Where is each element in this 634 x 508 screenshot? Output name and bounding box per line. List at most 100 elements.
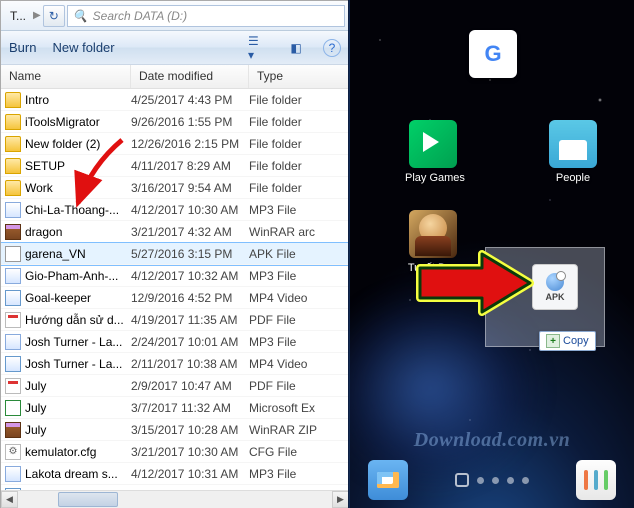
page-dot-icon (477, 477, 484, 484)
file-name: SETUP (25, 159, 65, 173)
address-bar: T... ▶ ↻ 🔍 Search DATA (D:) (1, 1, 349, 31)
folder-icon (5, 136, 21, 152)
file-name: July (25, 401, 46, 415)
tuyet-dao-app[interactable]: Tuyết Đao (405, 210, 461, 274)
file-row[interactable]: Lakota dream s...4/12/2017 10:31 AMMP3 F… (1, 463, 349, 485)
file-name: garena_VN (25, 247, 86, 261)
file-row[interactable]: garena_VN5/27/2016 3:15 PMAPK File (1, 243, 349, 265)
file-type: MP4 Video (249, 357, 349, 371)
column-date-modified[interactable]: Date modified (131, 65, 249, 88)
file-date: 2/11/2017 10:38 AM (131, 357, 249, 371)
scroll-track[interactable] (18, 491, 332, 508)
play-games-app[interactable]: Play Games (405, 120, 461, 184)
globe-icon (546, 273, 564, 291)
people-icon (549, 120, 597, 168)
mp3-icon (5, 202, 21, 218)
file-type: MP4 Video (249, 291, 349, 305)
file-row[interactable]: Josh Turner - La... 2/11/2017 10:38 AMMP4… (1, 353, 349, 375)
file-name: Intro (25, 93, 49, 107)
new-folder-button[interactable]: New folder (52, 40, 114, 55)
google-icon: G (469, 30, 517, 78)
file-type: File folder (249, 159, 349, 173)
rar-icon (5, 224, 21, 240)
gallery-app[interactable] (368, 460, 408, 500)
file-date: 9/26/2016 1:55 PM (131, 115, 249, 129)
column-name[interactable]: Name (1, 65, 131, 88)
home-indicator-icon (455, 473, 469, 487)
rar-icon (5, 422, 21, 438)
file-row[interactable]: iToolsMigrator 9/26/2016 1:55 PMFile fold… (1, 111, 349, 133)
column-type[interactable]: Type (249, 65, 349, 88)
pdf-icon (5, 378, 21, 394)
file-date: 4/12/2017 10:30 AM (131, 203, 249, 217)
file-date: 5/27/2016 3:15 PM (131, 247, 249, 261)
file-name: July (25, 379, 46, 393)
page-dot-icon (522, 477, 529, 484)
search-input[interactable]: 🔍 Search DATA (D:) (67, 5, 345, 27)
burn-button[interactable]: Burn (9, 40, 36, 55)
help-button[interactable]: ? (323, 39, 341, 57)
file-type: PDF File (249, 313, 349, 327)
file-type: File folder (249, 115, 349, 129)
file-type: MP3 File (249, 467, 349, 481)
file-type: MP3 File (249, 203, 349, 217)
file-row[interactable]: Chi-La-Thoang-...4/12/2017 10:30 AMMP3 F… (1, 199, 349, 221)
file-row[interactable]: Goal-keeper 12/9/2016 4:52 PMMP4 Video (1, 287, 349, 309)
file-name: Goal-keeper (25, 291, 91, 305)
file-row[interactable]: Gio-Pham-Anh-...4/12/2017 10:32 AMMP3 Fi… (1, 265, 349, 287)
folder-icon (5, 114, 21, 130)
google-search-app[interactable]: G (465, 30, 521, 82)
file-name: kemulator.cfg (25, 445, 96, 459)
file-row[interactable]: July2/9/2017 10:47 AMPDF File (1, 375, 349, 397)
file-type: CFG File (249, 445, 349, 459)
file-row[interactable]: SETUP4/11/2017 8:29 AMFile folder (1, 155, 349, 177)
scroll-left-button[interactable]: ◀ (1, 491, 18, 508)
apk-label: APK (545, 292, 564, 302)
file-row[interactable]: New folder (2)12/26/2016 2:15 PMFile fol… (1, 133, 349, 155)
file-row[interactable]: Intro 4/25/2017 4:43 PMFile folder (1, 89, 349, 111)
file-row[interactable]: Hướng dẫn sử d...4/19/2017 11:35 AMPDF F… (1, 309, 349, 331)
people-app[interactable]: People (545, 120, 601, 184)
toolbar: Burn New folder ☰ ▾ ◧ ? (1, 31, 349, 65)
settings-app[interactable] (576, 460, 616, 500)
file-row[interactable]: July3/15/2017 10:28 AMWinRAR ZIP (1, 419, 349, 441)
file-date: 12/9/2016 4:52 PM (131, 291, 249, 305)
file-row[interactable]: Josh Turner - La...2/24/2017 10:01 AMMP3… (1, 331, 349, 353)
file-name: iToolsMigrator (25, 115, 100, 129)
android-emulator-screen: G Play Games People Tuyết Đao APK Copy D… (350, 0, 634, 508)
file-type: WinRAR arc (249, 225, 349, 239)
file-list: Intro4/25/2017 4:43 PMFile folderiToolsM… (1, 89, 349, 490)
apk-file-drag-icon[interactable]: APK (532, 264, 578, 310)
file-type: MP3 File (249, 269, 349, 283)
file-date: 2/9/2017 10:47 AM (131, 379, 249, 393)
file-date: 4/25/2017 4:43 PM (131, 93, 249, 107)
horizontal-scrollbar[interactable]: ◀ ▶ (1, 490, 349, 507)
refresh-button[interactable]: ↻ (43, 5, 65, 27)
scroll-thumb[interactable] (58, 492, 118, 507)
folder-icon (5, 180, 21, 196)
file-date: 3/15/2017 10:28 AM (131, 423, 249, 437)
folder-icon (5, 92, 21, 108)
search-placeholder: Search DATA (D:) (93, 9, 187, 23)
file-type: File folder (249, 93, 349, 107)
breadcrumb-segment[interactable]: T... (5, 6, 31, 26)
file-row[interactable]: kemulator.cfg3/21/2017 10:30 AMCFG File (1, 441, 349, 463)
view-options-button[interactable]: ☰ ▾ (247, 38, 269, 58)
file-name: Gio-Pham-Anh-... (25, 269, 118, 283)
chevron-right-icon[interactable]: ▶ (33, 10, 41, 21)
file-name: Josh Turner - La... (25, 357, 122, 371)
file-type: WinRAR ZIP (249, 423, 349, 437)
page-indicator[interactable] (455, 473, 529, 487)
app-label: Play Games (405, 172, 461, 184)
file-name: Work (25, 181, 53, 195)
cfg-icon (5, 444, 21, 460)
file-date: 3/7/2017 11:32 AM (131, 401, 249, 415)
scroll-right-button[interactable]: ▶ (332, 491, 349, 508)
file-name: dragon (25, 225, 62, 239)
file-type: File folder (249, 137, 349, 151)
file-row[interactable]: dragon3/21/2017 4:32 AMWinRAR arc (1, 221, 349, 243)
file-row[interactable]: Work3/16/2017 9:54 AMFile folder (1, 177, 349, 199)
file-row[interactable]: July3/7/2017 11:32 AMMicrosoft Ex (1, 397, 349, 419)
windows-explorer: T... ▶ ↻ 🔍 Search DATA (D:) Burn New fol… (0, 0, 350, 508)
preview-pane-button[interactable]: ◧ (285, 38, 307, 58)
